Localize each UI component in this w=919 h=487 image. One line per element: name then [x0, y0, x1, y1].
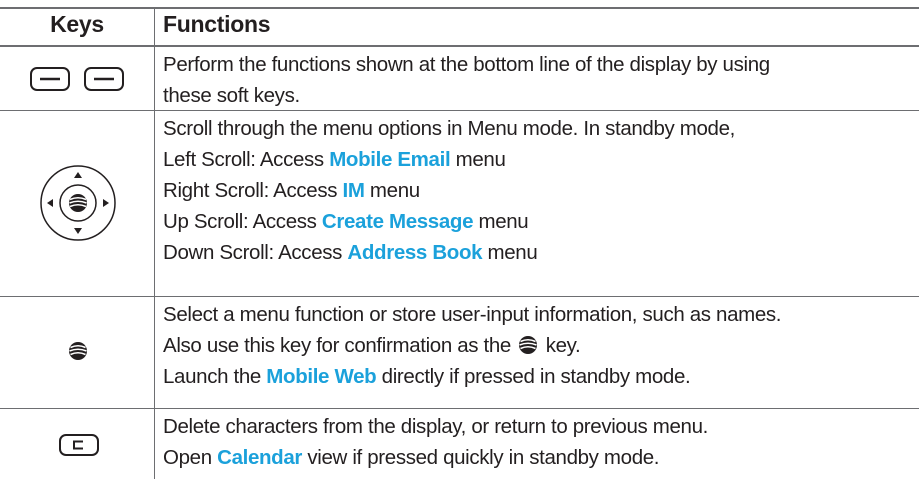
- function-text: Left Scroll: Access: [163, 148, 330, 171]
- header-rule: [0, 45, 919, 47]
- function-cell-soft-keys: Perform the functions shown at the botto…: [163, 49, 770, 111]
- menu-link-text: Address Book: [347, 241, 483, 264]
- function-line: Perform the functions shown at the botto…: [163, 49, 770, 80]
- header-functions: Functions: [163, 11, 271, 37]
- function-cell-navigation: Scroll through the menu options in Menu …: [163, 113, 735, 268]
- function-text: Select a menu function or store user-inp…: [163, 303, 782, 326]
- function-text: Also use this key for confirmation as th…: [163, 334, 517, 357]
- function-line: Left Scroll: Access Mobile Email menu: [163, 144, 735, 175]
- function-cell-menu-select: Select a menu function or store user-inp…: [163, 299, 782, 392]
- table-top-rule: [0, 7, 919, 9]
- function-text: menu: [473, 210, 529, 233]
- row-divider: [0, 408, 919, 409]
- att-globe-icon: [69, 342, 87, 360]
- function-text: Right Scroll: Access: [163, 179, 343, 202]
- clear-key-icon: [59, 434, 99, 456]
- function-line: Also use this key for confirmation as th…: [163, 330, 781, 361]
- function-text: menu: [450, 148, 506, 171]
- function-text: Open: [163, 446, 218, 469]
- function-text: Delete characters from the display, or r…: [163, 415, 708, 438]
- function-text: these soft keys.: [163, 84, 300, 107]
- function-line: Up Scroll: Access Create Message menu: [163, 206, 735, 237]
- function-line: Select a menu function or store user-inp…: [163, 299, 782, 330]
- navigation-key-icon: [40, 165, 116, 241]
- menu-link-text: Calendar: [217, 446, 303, 469]
- function-line: Delete characters from the display, or r…: [163, 411, 708, 442]
- function-text: Up Scroll: Access: [163, 210, 322, 233]
- function-line: Launch the Mobile Web directly if presse…: [163, 361, 781, 392]
- menu-link-text: Mobile Email: [329, 148, 451, 171]
- att-globe-icon: [516, 334, 540, 357]
- soft-keys-icon: [30, 67, 124, 91]
- menu-link-text: IM: [342, 179, 365, 202]
- function-text: menu: [482, 241, 538, 264]
- menu-link-text: Mobile Web: [266, 365, 377, 388]
- function-line: Open Calendar view if pressed quickly in…: [163, 442, 708, 473]
- function-text: directly if pressed in standby mode.: [376, 365, 691, 388]
- function-text: Launch the: [163, 365, 267, 388]
- function-line: Down Scroll: Access Address Book menu: [163, 237, 735, 268]
- menu-link-text: Create Message: [321, 210, 474, 233]
- function-text: Down Scroll: Access: [163, 241, 348, 264]
- function-text: Scroll through the menu options in Menu …: [163, 117, 736, 140]
- function-text: key.: [540, 334, 581, 357]
- function-line: Right Scroll: Access IM menu: [163, 175, 735, 206]
- header-keys: Keys: [50, 11, 104, 37]
- function-text: view if pressed quickly in standby mode.: [302, 446, 660, 469]
- function-text: Perform the functions shown at the botto…: [163, 53, 770, 76]
- function-cell-clear: Delete characters from the display, or r…: [163, 411, 708, 473]
- function-line: Scroll through the menu options in Menu …: [163, 113, 735, 144]
- function-line: these soft keys.: [163, 80, 770, 111]
- function-text: menu: [364, 179, 420, 202]
- row-divider: [0, 296, 919, 297]
